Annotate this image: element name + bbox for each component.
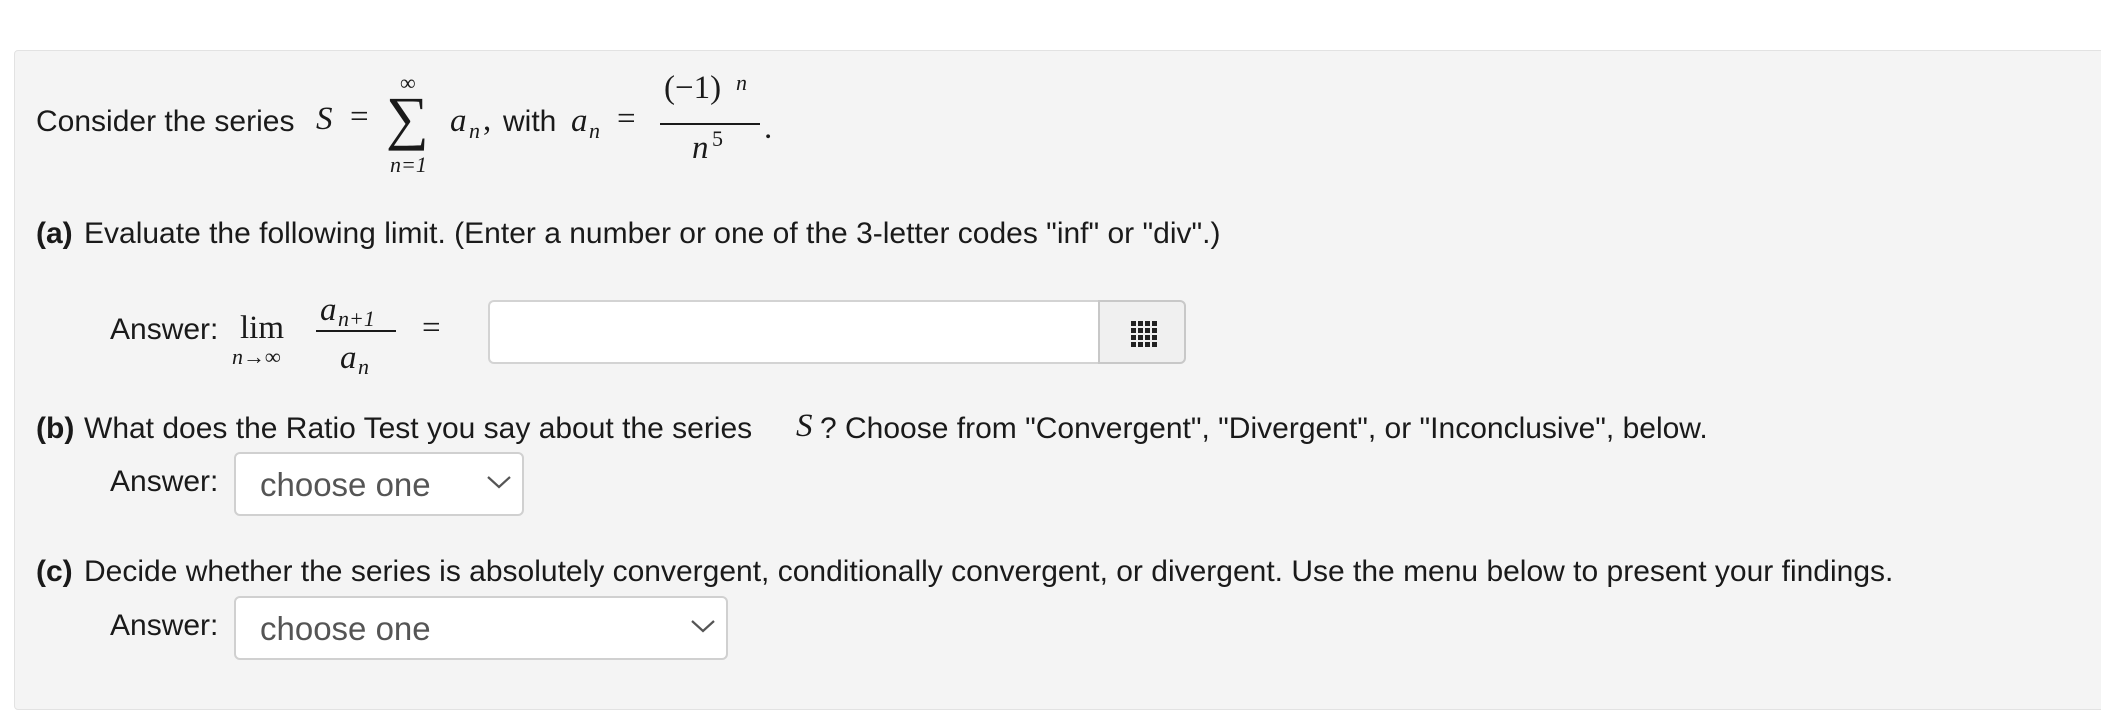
part-b-text-after: ? Choose from "Convergent", "Divergent",… — [820, 412, 1708, 445]
part-c-text: Decide whether the series is absolutely … — [84, 555, 1894, 588]
equals-sign: = — [350, 99, 369, 135]
limit-answer-input[interactable] — [488, 300, 1098, 364]
part-b-answer-label: Answer: — [110, 465, 219, 498]
limit-operator: lim — [240, 310, 285, 346]
series-symbol-b: S — [796, 408, 813, 444]
ratio-test-select-value: choose one — [260, 466, 431, 503]
fraction-numerator: (−1) — [664, 70, 722, 106]
ratio-denominator-subscript: n — [358, 354, 369, 379]
chevron-down-icon — [487, 476, 511, 489]
period: . — [764, 110, 773, 146]
ratio-denominator-a: a — [340, 340, 357, 376]
ratio-numerator-a: a — [320, 292, 337, 328]
keypad-icon — [1131, 321, 1157, 347]
part-a-answer-label: Answer: — [110, 313, 219, 346]
limit-equals-sign: = — [422, 310, 441, 346]
summation-symbol: ∑ — [386, 85, 429, 151]
part-c-label: (c) — [36, 555, 73, 588]
denominator-exponent: 5 — [712, 126, 723, 151]
numerator-exponent: n — [736, 70, 747, 95]
sum-lower-limit: n=1 — [390, 152, 427, 177]
fraction-denominator: n — [692, 130, 709, 166]
term-a: a — [450, 103, 467, 139]
comma: , — [483, 102, 492, 138]
ratio-numerator-subscript: n+1 — [338, 306, 375, 331]
intro-text: Consider the series — [36, 105, 295, 138]
equals-sign-2: = — [617, 101, 636, 137]
ratio-fraction-bar — [316, 330, 396, 332]
limit-subscript: n→∞ — [232, 344, 281, 369]
convergence-select-value: choose one — [260, 610, 431, 647]
chevron-down-icon — [691, 620, 715, 633]
math-keypad-button[interactable] — [1098, 300, 1186, 364]
part-c-answer-label: Answer: — [110, 609, 219, 642]
convergence-select[interactable]: choose one — [234, 596, 728, 660]
part-a-text: Evaluate the following limit. (Enter a n… — [84, 217, 1221, 250]
with-text: with — [503, 105, 557, 138]
part-a-label: (a) — [36, 217, 73, 250]
term-subscript: n — [469, 118, 480, 143]
an-a: a — [571, 103, 588, 139]
part-b-text: What does the Ratio Test you say about t… — [84, 412, 753, 445]
part-b-label: (b) — [36, 412, 75, 445]
an-subscript: n — [589, 118, 600, 143]
series-symbol: S — [316, 101, 333, 137]
fraction-bar — [660, 123, 760, 125]
ratio-test-select[interactable]: choose one — [234, 452, 524, 516]
